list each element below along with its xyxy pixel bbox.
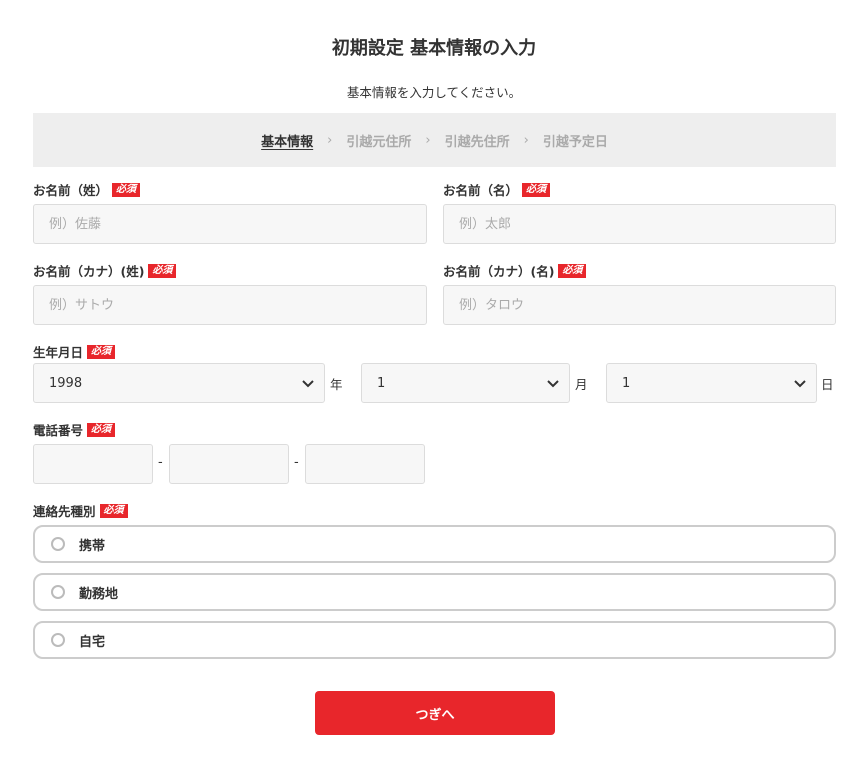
phone-label: 電話番号 必須 [33,420,116,439]
step-destination-address: 引越先住所 [444,134,510,150]
required-badge: 必須 [112,182,141,197]
contact-option-work[interactable]: 勤務地 [33,573,836,611]
birth-day-value: 1 [622,375,631,391]
month-unit: 月 [575,377,588,392]
phone-separator: - [294,455,299,470]
page-subtitle: 基本情報を入力してください。 [346,85,522,100]
phone-part1-input[interactable] [33,444,153,484]
chevron-down-icon [547,380,559,388]
next-button[interactable]: つぎへ [315,691,555,735]
radio-label: 勤務地 [79,586,119,602]
step-origin-address: 引越元住所 [346,134,412,150]
first-name-kana-label: お名前（カナ）(名) 必須 [443,261,587,280]
radio-button[interactable] [51,585,65,599]
birth-year-select[interactable]: 1998 [33,363,325,403]
step-indicator: 基本情報 › 引越元住所 › 引越先住所 › 引越予定日 [33,113,836,167]
chevron-down-icon [794,380,806,388]
last-name-label: お名前（姓） 必須 [33,180,141,199]
birthdate-label-text: 生年月日 [33,345,84,360]
last-name-label-text: お名前（姓） [33,183,109,198]
first-name-kana-label-text: お名前（カナ）(名) [443,264,555,279]
birth-month-select[interactable]: 1 [361,363,570,403]
chevron-right-icon: › [425,132,431,148]
first-name-label: お名前（名） 必須 [443,180,551,199]
required-badge: 必須 [522,182,551,197]
last-name-kana-label-text: お名前（カナ）(姓) [33,264,145,279]
required-badge: 必須 [99,503,128,518]
contact-option-mobile[interactable]: 携帯 [33,525,836,563]
last-name-kana-label: お名前（カナ）(姓) 必須 [33,261,177,280]
phone-part2-input[interactable] [169,444,289,484]
year-unit: 年 [330,377,343,392]
phone-part3-input[interactable] [305,444,425,484]
first-name-label-text: お名前（名） [443,183,519,198]
required-badge: 必須 [87,344,116,359]
phone-separator: - [158,455,163,470]
chevron-right-icon: › [327,132,333,148]
required-badge: 必須 [558,263,587,278]
birthdate-label: 生年月日 必須 [33,342,116,361]
radio-button[interactable] [51,633,65,647]
page-title: 初期設定 基本情報の入力 [331,38,537,59]
first-name-kana-input[interactable] [443,285,836,325]
contact-type-label: 連絡先種別 必須 [33,501,128,520]
required-badge: 必須 [148,263,177,278]
birth-day-select[interactable]: 1 [606,363,817,403]
birth-month-value: 1 [377,375,386,391]
step-move-date: 引越予定日 [542,134,608,150]
chevron-down-icon [302,380,314,388]
birth-year-value: 1998 [49,375,83,391]
first-name-input[interactable] [443,204,836,244]
radio-label: 携帯 [79,538,106,554]
radio-button[interactable] [51,537,65,551]
last-name-input[interactable] [33,204,427,244]
last-name-kana-input[interactable] [33,285,427,325]
day-unit: 日 [821,377,834,392]
step-basic-info: 基本情報 [261,134,314,150]
contact-type-label-text: 連絡先種別 [33,504,96,519]
chevron-right-icon: › [523,132,529,148]
required-badge: 必須 [87,422,116,437]
radio-label: 自宅 [79,634,106,650]
phone-label-text: 電話番号 [33,423,84,438]
contact-option-home[interactable]: 自宅 [33,621,836,659]
